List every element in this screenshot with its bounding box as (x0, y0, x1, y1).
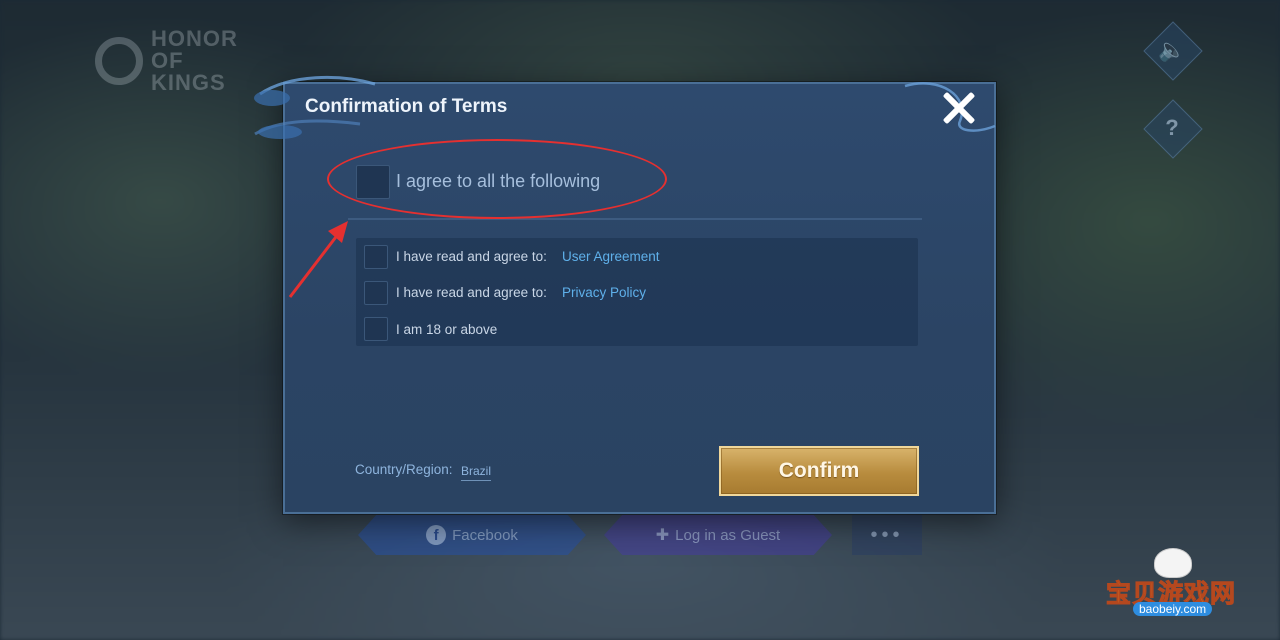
confirm-label: Confirm (778, 459, 860, 482)
guest-login-button[interactable]: ✚ Log in as Guest (604, 515, 832, 555)
divider (348, 218, 922, 220)
country-label: Country/Region: (355, 462, 453, 477)
question-icon: ? (1165, 115, 1179, 140)
facebook-login-button[interactable]: f Facebook (358, 515, 586, 555)
speaker-icon: 🔈 (1158, 37, 1186, 62)
age-label: I am 18 or above (396, 322, 498, 337)
more-login-button[interactable]: ••• (852, 515, 922, 555)
facebook-icon: f (426, 525, 447, 545)
annotation-ellipse (327, 139, 667, 219)
annotation-arrow-icon (288, 221, 348, 298)
more-icon: ••• (870, 523, 904, 546)
privacy-policy-link[interactable]: Privacy Policy (562, 285, 646, 300)
user-agreement-link[interactable]: User Agreement (562, 249, 660, 264)
game-logo: HONOR OF KINGS (95, 28, 261, 94)
list-item-text: I have read and agree to: (396, 285, 547, 300)
guest-label: Log in as Guest (675, 526, 781, 544)
country-select[interactable]: Brazil (461, 464, 492, 481)
gamepad-icon: ✚ (655, 527, 670, 544)
list-item-text: I have read and agree to: (396, 249, 547, 264)
age-checkbox[interactable] (364, 317, 388, 341)
user-agreement-checkbox[interactable] (364, 245, 388, 269)
facebook-label: Facebook (452, 526, 518, 544)
logo-emblem-icon (95, 37, 143, 85)
close-icon[interactable] (940, 89, 978, 127)
watermark-url: baobeiy.com (1133, 602, 1213, 616)
privacy-policy-checkbox[interactable] (364, 281, 388, 305)
confirm-button[interactable]: Confirm (719, 446, 919, 496)
logo-text: HONOR OF KINGS (151, 26, 238, 95)
dialog-title: Confirmation of Terms (305, 96, 508, 117)
